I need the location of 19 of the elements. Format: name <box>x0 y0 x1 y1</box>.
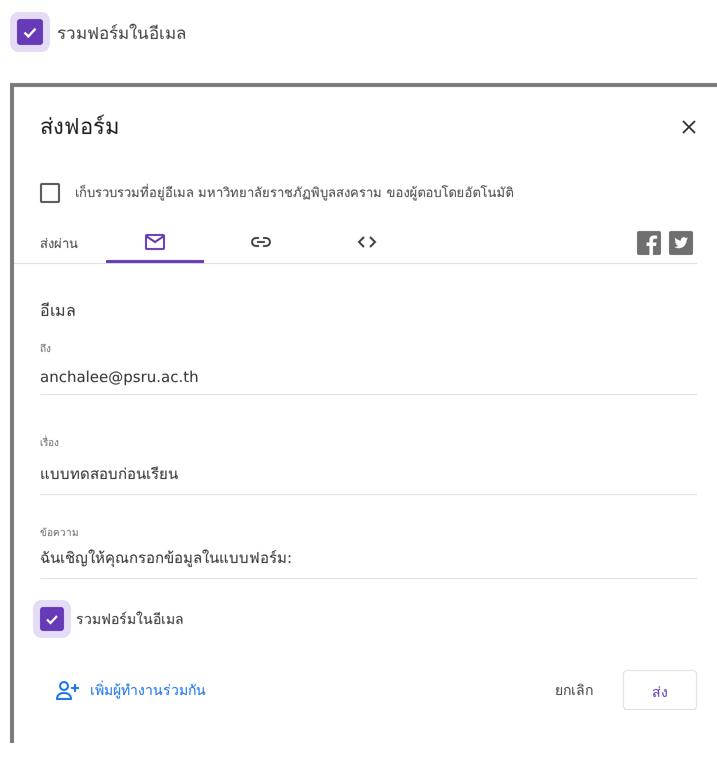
close-icon[interactable] <box>681 118 697 134</box>
checkbox[interactable] <box>40 182 60 202</box>
checkbox-label: เก็บรวบรวมที่อยู่อีเมล มหาวิทยาลัยราชภัฏพิบูลสงคราม ของผู้ตอบโดยอัตโนมัติ <box>75 182 514 203</box>
bird-icon[interactable] <box>669 231 693 255</box>
input-field[interactable]: แบบทดสอบก่อนเรียน <box>40 462 697 486</box>
checkbox-label: รวมฟอร์มในอีเมล <box>76 610 184 630</box>
send-button[interactable]: ส่ง <box>623 670 697 710</box>
checkbox-label: รวมฟอร์มในอีเมล <box>57 22 186 46</box>
add-person-icon <box>56 680 80 700</box>
section-title: อีเมล <box>40 300 77 322</box>
input-field[interactable]: ฉันเชิญให้คุณกรอกข้อมูลในแบบฟอร์ม: <box>40 546 697 570</box>
add-collaborators-link[interactable]: เพิ่มผู้ทำงานร่วมกัน <box>56 679 206 701</box>
field-label: เรื่อง <box>40 435 697 450</box>
dialog-title: ส่งฟอร์ม <box>40 114 120 142</box>
field-label: ข้อความ <box>40 526 80 540</box>
send-via-label: ส่งผ่าน <box>40 236 78 254</box>
facebook-icon[interactable] <box>637 231 661 255</box>
field-label: ถึง <box>40 343 52 356</box>
input-field[interactable]: anchalee@psru.ac.th <box>40 368 697 386</box>
